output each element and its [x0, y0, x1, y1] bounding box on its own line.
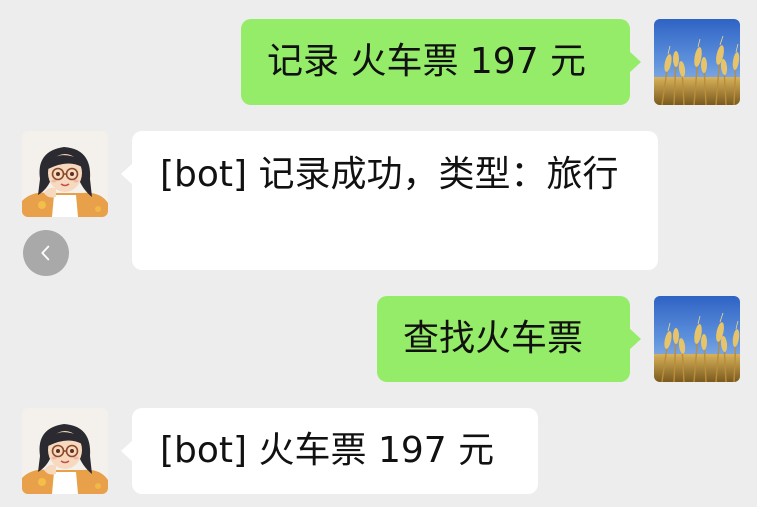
cartoon-girl-avatar-icon[interactable] — [22, 131, 108, 217]
cartoon-girl-avatar-icon[interactable] — [22, 408, 108, 494]
message-bubble-incoming[interactable]: [bot] 火车票 197 元 — [121, 408, 538, 494]
message-bubble-outgoing[interactable]: 记录 火车票 197 元 — [241, 19, 641, 105]
message-text: 记录 火车票 197 元 — [267, 41, 587, 82]
wheat-field-avatar-icon[interactable] — [654, 19, 740, 105]
message-text: [bot] 火车票 197 元 — [160, 430, 495, 471]
message-text: [bot] 记录成功，类型：旅行 — [160, 154, 619, 195]
back-button[interactable] — [23, 230, 69, 276]
message-bubble-outgoing[interactable]: 查找火车票 — [377, 296, 641, 382]
wheat-field-avatar-icon[interactable] — [654, 296, 740, 382]
message-bubble-incoming[interactable]: [bot] 记录成功，类型：旅行 — [121, 131, 658, 270]
chat-conversation: 记录 火车票 197 元 [bot] 记录成功，类型：旅行 查找火车票 [bot… — [0, 0, 757, 507]
message-text: 查找火车票 — [403, 318, 584, 359]
chevron-left-icon — [35, 242, 57, 264]
